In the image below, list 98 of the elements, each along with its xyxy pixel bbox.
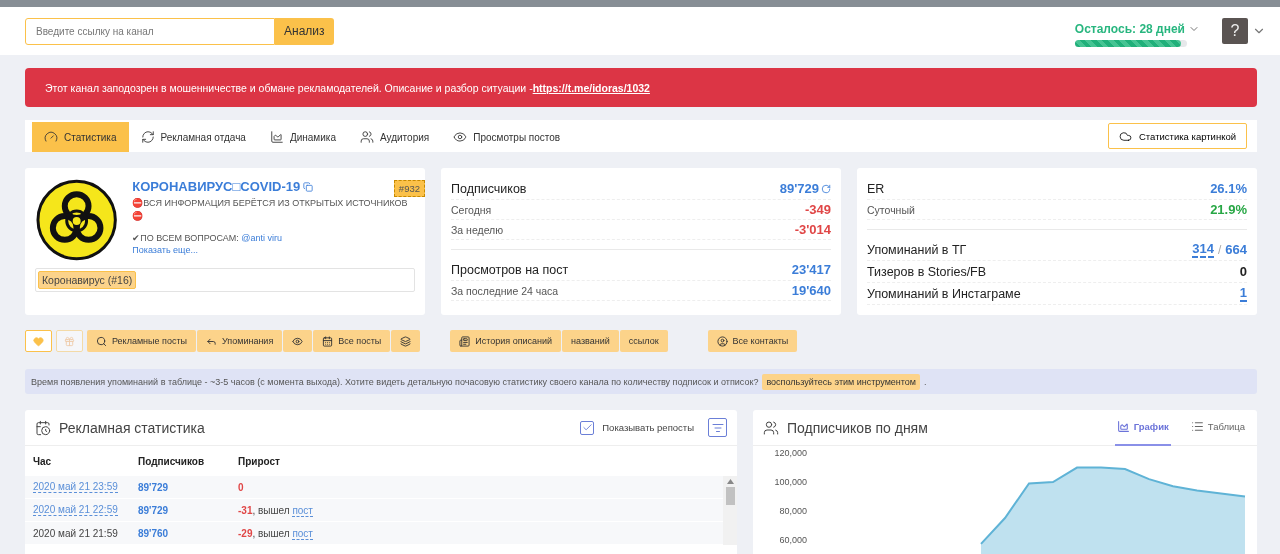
action-button[interactable]: ссылок <box>619 330 668 352</box>
stat-label: Тизеров в Stories/FB <box>867 264 987 279</box>
list-icon <box>1190 420 1204 433</box>
icon-button[interactable] <box>283 330 313 352</box>
channel-search-field[interactable]: Введите ссылку на канал <box>25 17 275 45</box>
info-text: Время появления упоминаний в таблице - ~3-5 часов (с момента выхода). Хотите видеть детальную почасовую статистику своего канала по количеству подписок и отписок? <box>31 376 759 387</box>
channel-title[interactable]: КОРОНАВИРУС□COVID-19 <box>132 179 314 194</box>
stat-value: 0 <box>1239 264 1247 279</box>
axis-tick-label: 80,000 <box>779 505 807 516</box>
check-icon <box>581 422 593 433</box>
users-icon <box>763 419 779 436</box>
refresh-icon[interactable] <box>821 183 831 194</box>
category-tag[interactable]: Коронавирус (#16) <box>38 271 137 289</box>
axis-tick-label: 100,000 <box>774 477 807 487</box>
view-tab[interactable]: Таблица <box>1188 410 1247 446</box>
scroll-up-icon[interactable] <box>726 479 734 484</box>
table-cell-text: 89'760 <box>138 527 170 539</box>
action-button[interactable]: Все контакты <box>707 330 798 352</box>
contact-icon <box>716 335 728 347</box>
tab[interactable]: Просмотры постов <box>441 122 573 152</box>
separator-text: / <box>1217 242 1222 257</box>
filter-icon <box>711 421 724 434</box>
search-icon <box>96 335 107 347</box>
layers-icon <box>400 335 412 347</box>
action-button[interactable]: Упоминания <box>197 330 283 352</box>
icon-button[interactable] <box>391 330 421 352</box>
stat-label: Упоминаний в Инстаграме <box>867 286 1021 301</box>
refresh-icon <box>140 130 155 144</box>
column-header: Подписчиков <box>138 455 206 467</box>
panel-title: Подписчиков по дням <box>787 419 928 436</box>
stat-value[interactable]: 314 <box>1192 241 1214 258</box>
action-button[interactable]: Все посты <box>313 330 391 352</box>
calendar-icon <box>322 335 334 347</box>
document-icon <box>459 335 471 347</box>
alert-link[interactable]: https://t.me/idoras/1032 <box>532 81 650 94</box>
show-more-link[interactable]: Показать еще... <box>132 245 415 255</box>
stat-value: -349 <box>804 202 831 217</box>
filter-button[interactable] <box>708 418 727 437</box>
tab[interactable]: Аудитория <box>347 122 442 152</box>
stat-label: Суточный <box>867 203 915 216</box>
panel-title: Рекламная статистика <box>59 419 205 436</box>
checkbox[interactable] <box>580 420 595 435</box>
tool-button[interactable]: воспользуйтесь этим инструментом <box>762 373 920 390</box>
stat-label: Подписчиков <box>451 181 527 196</box>
stat-label: ER <box>867 181 885 196</box>
tab[interactable]: Динамика <box>257 122 348 152</box>
stat-value[interactable]: 1 <box>1239 285 1247 302</box>
stat-label: Просмотров на пост <box>451 262 569 277</box>
column-header: Прирост <box>238 455 281 467</box>
area-chart-icon <box>1116 420 1130 433</box>
eye-icon <box>453 130 468 144</box>
tab[interactable]: Рекламная отдача <box>128 122 258 152</box>
contact-text: ✔ПО ВСЕМ ВОПРОСАМ: @anti viru <box>132 233 283 243</box>
table-cell-text: -29, вышел пост <box>238 527 314 539</box>
area-chart-icon <box>269 130 284 144</box>
stat-label: За последние 24 часа <box>451 284 559 297</box>
column-header: Час <box>33 455 53 467</box>
stat-value: 26.1% <box>1210 181 1247 196</box>
stat-label: За неделю <box>451 223 504 236</box>
table-cell-text: -31, вышел пост <box>238 504 314 516</box>
alert-text: Этот канал заподозрен в мошенничестве и обмане рекламодателей. Описание и разбор ситуации -https://t.me/idoras/1032 <box>45 81 650 94</box>
action-button[interactable]: История описаний <box>450 330 562 352</box>
eye-icon <box>292 335 304 347</box>
stat-value: 21.9% <box>1210 202 1247 217</box>
table-cell-text: 89'729 <box>138 504 170 516</box>
image-stats-button[interactable]: Статистика картинкой <box>1108 123 1247 149</box>
stat-label: Сегодня <box>451 203 492 216</box>
contact-link[interactable]: @anti viru <box>241 233 282 243</box>
stat-value: 23'417 <box>791 262 831 277</box>
calendar-clock-icon <box>35 419 51 436</box>
scrollbar-thumb[interactable] <box>725 487 735 505</box>
axis-tick-label: 60,000 <box>779 534 807 545</box>
gauge-icon <box>44 130 58 144</box>
stat-value: 19'640 <box>791 283 831 298</box>
repost-checkbox[interactable]: Показывать репосты <box>574 419 700 436</box>
stat-label: Упоминаний в ТГ <box>867 242 967 257</box>
table-cell-text: 89'729 <box>138 481 170 493</box>
scrollbar[interactable] <box>723 476 737 545</box>
analyze-button[interactable]: Анализ <box>275 17 334 45</box>
cloud-icon <box>1119 129 1132 143</box>
action-button[interactable]: названий <box>562 330 619 352</box>
action-button[interactable]: Рекламные посты <box>87 330 196 352</box>
stat-value: -3'014 <box>794 222 831 237</box>
stat-value: 664 <box>1225 242 1247 257</box>
rank-badge: #932 <box>393 180 425 197</box>
copy-icon[interactable] <box>303 181 314 192</box>
axis-tick-label: 120,000 <box>774 448 807 459</box>
info-text: . <box>924 376 927 387</box>
users-icon <box>359 130 374 144</box>
gift-icon <box>64 335 75 347</box>
channel-description: ⛔ВСЯ ИНФОРМАЦИЯ БЕРЁТСЯ ИЗ ОТКРЫТЫХ ИСТОЧНИКОВ ⛔ <box>132 197 409 223</box>
table-cell-text: 0 <box>238 481 245 493</box>
table-cell-text: 2020 май 21 21:59 <box>33 527 119 539</box>
tab[interactable]: Статистика <box>32 122 129 152</box>
heart-icon <box>33 335 44 347</box>
stat-value: 89'729 <box>779 181 819 196</box>
view-tab[interactable]: График <box>1114 410 1171 446</box>
help-button[interactable]: ? <box>1222 18 1248 44</box>
